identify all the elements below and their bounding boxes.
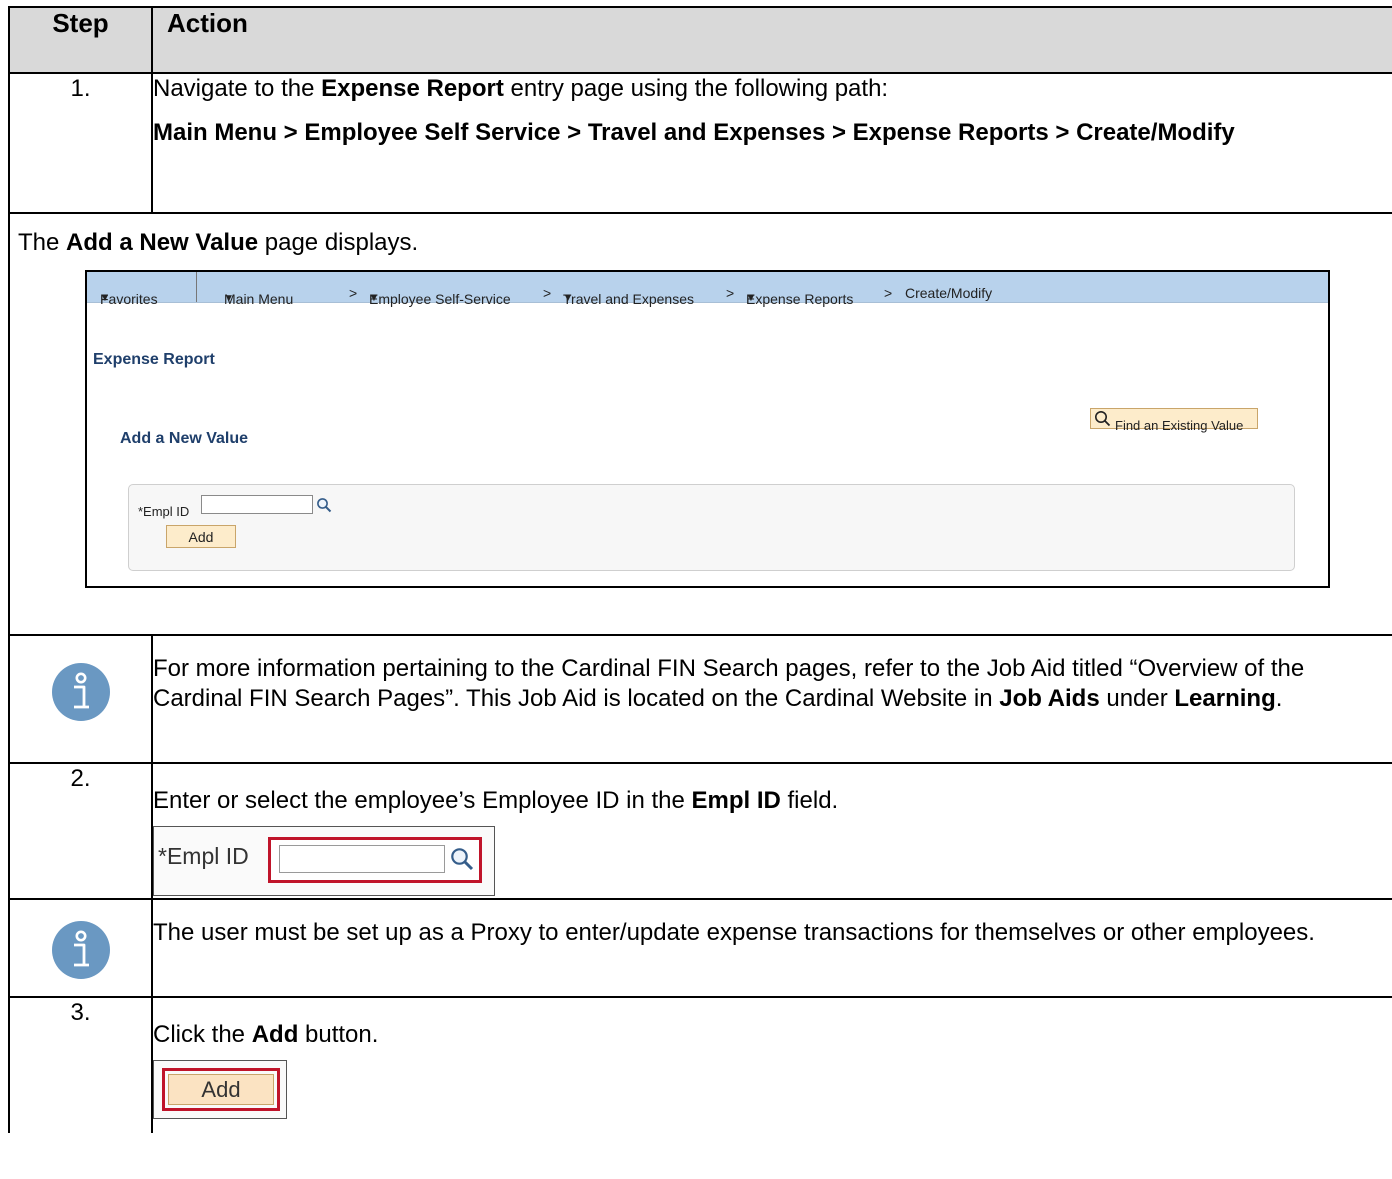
add-button[interactable]: Add (166, 525, 236, 548)
text: entry page using the following path: (503, 75, 889, 102)
page-displays-note: The Add a New Value page displays. (18, 228, 1392, 258)
bold-text: Expense Report (321, 75, 504, 102)
nav-main-menu-label: Main Menu (224, 291, 294, 307)
nav-separator-icon: > (884, 285, 893, 301)
bold-text: Add (251, 1021, 299, 1048)
instruction: Enter or select the employee’s Employee … (153, 786, 1392, 816)
text: under (1099, 685, 1175, 712)
screenshot-row: The Add a New Value page displays. Favor… (8, 212, 1392, 636)
step-action: Navigate to the Expense Report entry pag… (151, 72, 1392, 214)
empl-id-input[interactable] (279, 845, 445, 873)
info-text: The user must be set up as a Proxy to en… (151, 898, 1392, 998)
chevron-down-icon: ▼ (369, 293, 379, 304)
empl-id-label: *Empl ID (158, 843, 249, 869)
nav-create-modify[interactable]: Create/Modify (905, 278, 992, 308)
nav-separator-icon: > (349, 285, 358, 301)
empl-id-screenshot: *Empl ID (153, 826, 495, 896)
step-action: Enter or select the employee’s Employee … (151, 762, 1392, 900)
highlight-box: Add (162, 1068, 280, 1111)
find-existing-value-label: Find an Existing Value (1115, 418, 1244, 433)
empl-id-input[interactable] (201, 495, 313, 514)
bold-text: Learning (1174, 685, 1276, 712)
action-header-label: Action (167, 8, 248, 38)
screenshot-cell: The Add a New Value page displays. Favor… (8, 212, 1392, 636)
text: The (18, 229, 67, 256)
text: . (1275, 685, 1283, 712)
info-icon (51, 663, 110, 721)
breadcrumb-nav-bar: Favorites ▼ Main Menu ▼ > Employee Self-… (87, 272, 1328, 307)
add-button-screenshot: Add (153, 1060, 287, 1119)
job-aid-table: Step Action 1. Navigate to the Expense R… (8, 6, 1392, 1133)
instruction: Navigate to the Expense Report entry pag… (153, 74, 1392, 104)
add-new-value-screenshot: Favorites ▼ Main Menu ▼ > Employee Self-… (85, 270, 1330, 588)
add-button[interactable]: Add (168, 1074, 274, 1105)
step-action: Click the Add button. Add (151, 996, 1392, 1133)
search-icon (1095, 411, 1111, 427)
action-column-header: Action (151, 6, 1392, 74)
page-title: Expense Report (93, 351, 215, 368)
step-number: 1. (8, 72, 153, 214)
info-row-1: For more information pertaining to the C… (8, 634, 1392, 764)
text: Enter or select the employee’s Employee … (153, 787, 692, 814)
empl-id-label: *Empl ID (138, 504, 190, 519)
table-header-row: Step Action (8, 6, 1392, 74)
info-icon (51, 921, 110, 979)
text: Click the (153, 1021, 252, 1048)
lookup-icon[interactable] (316, 497, 332, 513)
instruction: Click the Add button. (153, 1020, 1392, 1050)
chevron-down-icon: ▼ (100, 293, 110, 304)
nav-separator-icon: > (726, 285, 735, 301)
chevron-down-icon: ▼ (746, 293, 756, 304)
bold-text: Add a New Value (66, 229, 259, 256)
find-existing-value-button[interactable]: Find an Existing Value (1090, 408, 1258, 433)
info-icon-cell (8, 634, 153, 764)
bold-text: Empl ID (691, 787, 781, 814)
step-row-1: 1. Navigate to the Expense Report entry … (8, 72, 1392, 214)
navigation-path: Main Menu > Employee Self Service > Trav… (153, 119, 1235, 146)
step-number: 2. (8, 762, 153, 900)
text: Navigate to the (153, 75, 322, 102)
chevron-down-icon: ▼ (224, 293, 234, 304)
nav-travel-and-expenses-label: Travel and Expenses (563, 291, 694, 307)
chevron-down-icon: ▼ (563, 293, 573, 304)
step-number: 3. (8, 996, 153, 1133)
text: field. (780, 787, 839, 814)
step-column-header: Step (8, 6, 153, 74)
nav-divider (196, 272, 197, 302)
nav-employee-self-service-label: Employee Self-Service (369, 291, 511, 307)
highlight-box (268, 837, 482, 883)
section-title: Add a New Value (120, 430, 249, 447)
text: page displays. (258, 229, 419, 256)
step-row-2: 2. Enter or select the employee’s Employ… (8, 762, 1392, 900)
search-criteria-group: *Empl ID Add (128, 484, 1295, 571)
info-icon-cell (8, 898, 153, 998)
nav-expense-reports-label: Expense Reports (746, 291, 854, 307)
info-row-2: The user must be set up as a Proxy to en… (8, 898, 1392, 998)
info-text: For more information pertaining to the C… (151, 634, 1392, 764)
nav-separator-icon: > (543, 285, 552, 301)
bold-text: Job Aids (999, 685, 1100, 712)
step-row-3: 3. Click the Add button. Add (8, 996, 1392, 1133)
lookup-icon[interactable] (449, 846, 475, 872)
text: button. (298, 1021, 379, 1048)
